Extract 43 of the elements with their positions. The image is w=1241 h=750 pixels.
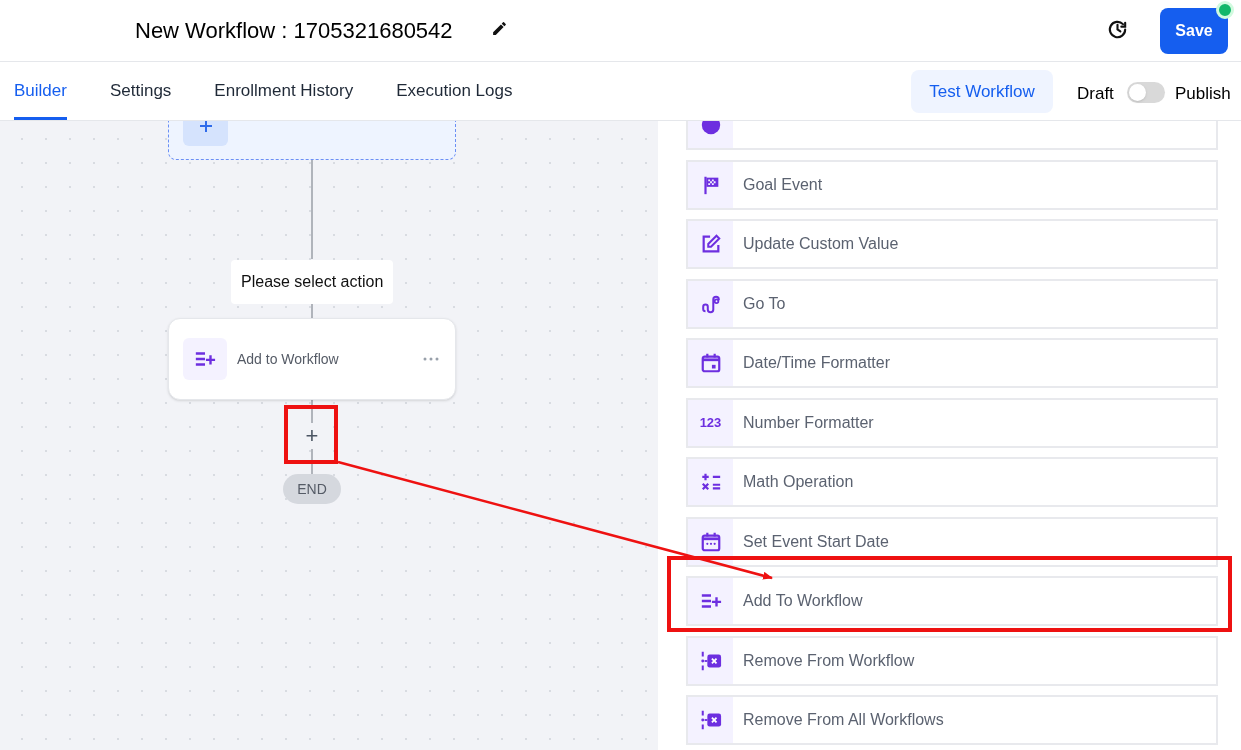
edit-icon[interactable]	[491, 20, 508, 37]
action-item[interactable]: Go To	[686, 278, 1218, 329]
workflow-title: New Workflow : 1705321680542	[135, 17, 453, 45]
number-icon: 123	[699, 412, 722, 433]
publish-toggle[interactable]	[1127, 82, 1165, 103]
action-label: Update Custom Value	[742, 234, 899, 254]
tab[interactable]: Settings	[109, 62, 172, 120]
action-label: Date/Time Formatter	[742, 353, 890, 373]
math-icon	[699, 471, 722, 493]
action-item[interactable]: Set Event Start Date	[686, 516, 1218, 567]
action-card[interactable]: Add to Workflow	[168, 318, 456, 400]
action-item[interactable]: Remove From All Workflows	[686, 695, 1218, 745]
highlight-box	[284, 405, 338, 464]
publish-label: Publish	[1175, 83, 1231, 105]
tab[interactable]: Execution Logs	[396, 62, 513, 120]
action-label: Add to Workflow	[237, 349, 340, 369]
action-prompt: Please select action	[231, 260, 394, 304]
action-item[interactable]: Update Custom Value	[686, 219, 1218, 269]
action-label: Math Operation	[742, 472, 854, 492]
action-label: Set Event Start Date	[742, 531, 889, 552]
action-label: Go To	[742, 293, 786, 314]
action-item[interactable]: Goal Event	[686, 159, 1218, 210]
more-icon[interactable]	[423, 357, 439, 361]
action-label: Remove From All Workflows	[742, 710, 944, 730]
action-label: Remove From Workflow	[742, 650, 915, 671]
action-item[interactable]: Add To Workflow	[686, 576, 1218, 626]
action-item[interactable]: Remove From Workflow	[686, 635, 1218, 686]
calendar-icon	[699, 352, 722, 374]
action-item[interactable]: Math Operation	[686, 457, 1218, 507]
draft-label: Draft	[1077, 83, 1114, 105]
save-button[interactable]: Save	[1160, 8, 1228, 54]
action-label: Add To Workflow	[742, 591, 863, 611]
end-node: END	[283, 474, 341, 504]
list-remove-icon	[699, 649, 722, 672]
test-workflow-button[interactable]: Test Workflow	[911, 70, 1053, 113]
action-label: Number Formatter	[742, 412, 874, 433]
calendar-icon	[699, 530, 722, 553]
action-item[interactable]: 123 Number Formatter	[686, 397, 1218, 448]
history-icon[interactable]	[1106, 18, 1129, 41]
tab[interactable]: Enrollment History	[214, 62, 354, 120]
action-label: Goal Event	[742, 174, 823, 195]
action-item[interactable]: Date/Time Formatter	[686, 338, 1218, 388]
list-remove-icon	[699, 709, 722, 731]
